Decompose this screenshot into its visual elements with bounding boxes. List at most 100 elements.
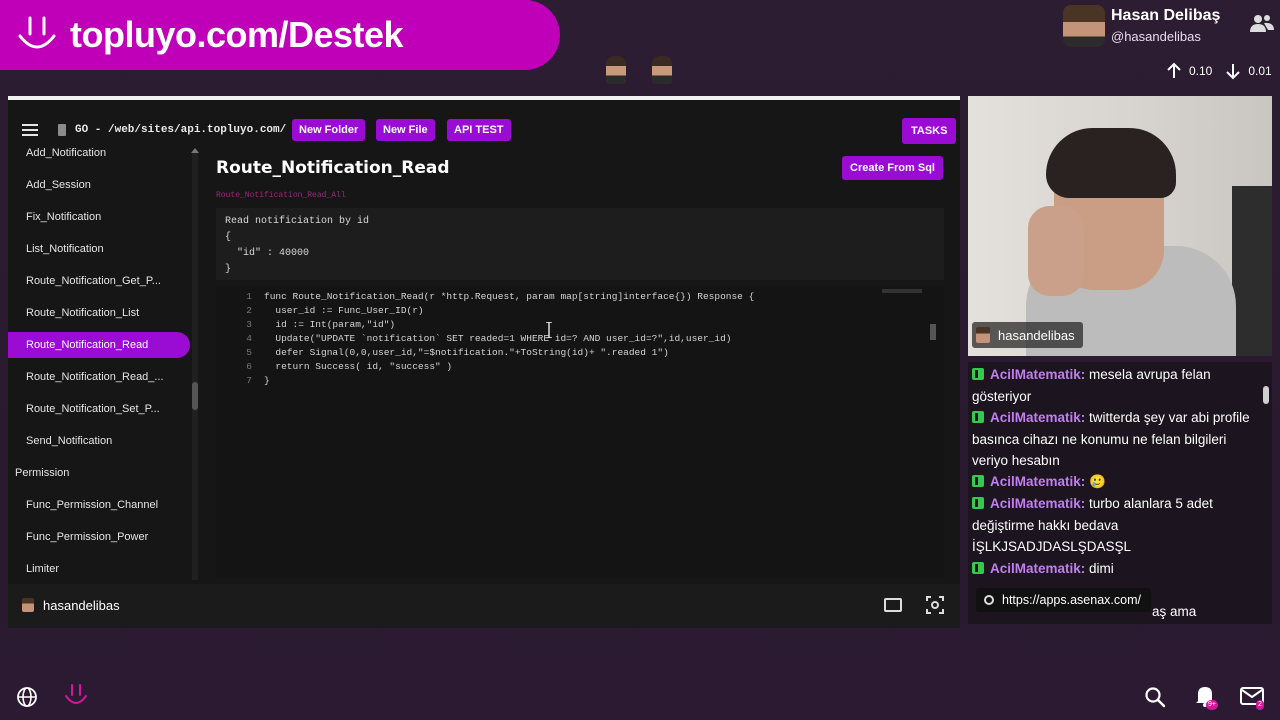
sidebar-item[interactable]: Limiter — [8, 556, 190, 582]
bandwidth-stats: 0.10 0.01 — [1165, 62, 1272, 80]
create-from-sql-button[interactable]: Create From Sql — [842, 156, 943, 180]
sidebar-item[interactable]: Send_Notification — [8, 428, 190, 454]
line-number: 3 — [246, 319, 252, 330]
sidebar-section-permission[interactable]: Permission — [8, 460, 190, 486]
avatar[interactable] — [1063, 5, 1105, 47]
profile-name: Hasan Delibaş — [1111, 7, 1221, 24]
smile-logo-icon — [14, 12, 60, 58]
code-line: } — [264, 375, 270, 386]
sidebar-item[interactable]: Route_Notification_List — [8, 300, 190, 326]
code-line: user_id := Func_User_ID(r) — [264, 305, 424, 316]
editor-window: GO - /web/sites/api.topluyo.com/ New Fol… — [8, 96, 960, 628]
link-preview[interactable]: https://apps.asenax.com/ — [976, 588, 1151, 612]
streamer-profile[interactable]: Hasan Delibaş @hasandelibas — [1063, 5, 1275, 57]
smile-logo-icon[interactable] — [62, 682, 90, 710]
avatar — [976, 327, 990, 343]
sidebar-scrollbar[interactable] — [191, 148, 199, 580]
page-title: Route_Notification_Read — [216, 158, 450, 178]
sidebar-item[interactable]: Add_Notification — [8, 146, 190, 166]
scrollbar-thumb[interactable] — [1263, 386, 1269, 404]
code-editor[interactable]: 1 2 3 4 5 6 7 func Route_Notification_Re… — [216, 286, 944, 578]
sidebar-item[interactable]: Route_Notification_Get_P... — [8, 268, 190, 294]
avatar — [22, 598, 34, 612]
code-line: Update("UPDATE `notification` SET readed… — [264, 333, 732, 344]
link-url[interactable]: https://apps.asenax.com/ — [1002, 593, 1141, 607]
kick-badge-icon — [972, 497, 984, 509]
kick-badge-icon — [972, 562, 984, 574]
project-path: GO - /web/sites/api.topluyo.com/ — [75, 124, 287, 136]
arrow-up-icon — [1167, 62, 1181, 78]
chat-message: AcilMatematik: dimi — [972, 558, 1252, 580]
new-folder-button[interactable]: New Folder — [292, 119, 366, 141]
download-value: 0.01 — [1248, 64, 1272, 78]
route-subtitle[interactable]: Route_Notification_Read_All — [216, 191, 346, 200]
chat-text: 🥲 — [1089, 474, 1106, 489]
file-sidebar: Add_Notification Add_Session Fix_Notific… — [8, 146, 200, 582]
window-footer: hasandelibas — [8, 584, 960, 628]
search-icon[interactable] — [1144, 686, 1166, 708]
upload-value: 0.10 — [1189, 64, 1213, 78]
api-test-button[interactable]: API TEST — [447, 119, 511, 141]
code-line: return Success( id, "success" ) — [264, 361, 453, 372]
line-number: 2 — [246, 305, 252, 316]
kick-badge-icon — [972, 475, 984, 487]
banner-text: topluyo.com/Destek — [70, 14, 404, 55]
chat-username[interactable]: AcilMatematik: — [990, 410, 1085, 425]
scrollbar-thumb[interactable] — [192, 382, 198, 410]
tasks-button[interactable]: TASKS — [902, 118, 957, 144]
chat-panel: AcilMatematik: mesela avrupa felan göste… — [968, 362, 1272, 624]
line-number: 5 — [246, 347, 252, 358]
sidebar-item[interactable]: Route_Notification_Read_... — [8, 364, 190, 390]
description-editor[interactable]: Read notificiation by id { "id" : 40000 … — [216, 208, 944, 280]
menu-icon[interactable] — [22, 124, 38, 136]
sidebar-item[interactable]: Route_Notification_Set_P... — [8, 396, 190, 422]
notification-badge: 9+ — [1206, 700, 1218, 710]
webcam-label: hasandelibas — [972, 322, 1083, 348]
people-icon[interactable] — [1249, 13, 1275, 35]
line-number: 7 — [246, 375, 252, 386]
screenshot-icon[interactable] — [926, 596, 944, 614]
webcam-chair — [1232, 186, 1272, 356]
sidebar-item[interactable]: Add_Session — [8, 172, 190, 198]
webcam-hair — [1046, 128, 1176, 198]
chat-username[interactable]: AcilMatematik: — [990, 496, 1085, 511]
code-scrollbar[interactable] — [930, 324, 936, 340]
chat-message: AcilMatematik: 🥲 — [972, 471, 1252, 493]
chat-message: AcilMatematik: turbo alanlara 5 adet değ… — [972, 493, 1252, 558]
kick-badge-icon — [972, 411, 984, 423]
chat-username[interactable]: AcilMatematik: — [990, 474, 1085, 489]
chat-message: AcilMatematik: mesela avrupa felan göste… — [972, 364, 1252, 407]
line-number: 1 — [246, 291, 252, 302]
toolbar: GO - /web/sites/api.topluyo.com/ New Fol… — [8, 114, 960, 146]
sidebar-item[interactable]: Func_Permission_Channel — [8, 492, 190, 518]
globe-icon[interactable] — [16, 686, 38, 708]
link-icon — [984, 595, 994, 605]
sidebar-item-active[interactable]: Route_Notification_Read — [8, 332, 190, 358]
chat-message: AcilMatematik: twitterda şey var abi pro… — [972, 407, 1252, 472]
sidebar-item[interactable]: Fix_Notification — [8, 204, 190, 230]
kick-badge-icon — [972, 368, 984, 380]
profile-handle: @hasandelibas — [1111, 29, 1201, 44]
stream-banner: topluyo.com/Destek — [0, 0, 560, 70]
file-icon — [58, 124, 66, 136]
scroll-up-icon[interactable] — [191, 148, 199, 153]
theater-mode-icon[interactable] — [884, 598, 902, 612]
code-line: id := Int(param,"id") — [264, 319, 396, 330]
mail-badge: 2 — [1256, 700, 1264, 710]
code-scroll-indicator — [882, 289, 922, 293]
chat-scrollbar[interactable] — [1262, 368, 1270, 618]
webcam-username: hasandelibas — [998, 327, 1075, 343]
chat-partial-message: aş ama — [1152, 604, 1197, 619]
text-cursor-icon — [546, 322, 552, 338]
line-number: 6 — [246, 361, 252, 372]
arrow-down-icon — [1226, 64, 1241, 80]
chat-username[interactable]: AcilMatematik: — [990, 367, 1085, 382]
main-panel: Route_Notification_Read Create From Sql … — [208, 146, 960, 582]
new-file-button[interactable]: New File — [376, 119, 435, 141]
sidebar-item[interactable]: List_Notification — [8, 236, 190, 262]
chat-username[interactable]: AcilMatematik: — [990, 561, 1085, 576]
footer-username: hasandelibas — [43, 598, 120, 613]
code-line: defer Signal(0,0,user_id,"=$notification… — [264, 347, 669, 358]
sidebar-item[interactable]: Func_Permission_Power — [8, 524, 190, 550]
line-number: 4 — [246, 333, 252, 344]
